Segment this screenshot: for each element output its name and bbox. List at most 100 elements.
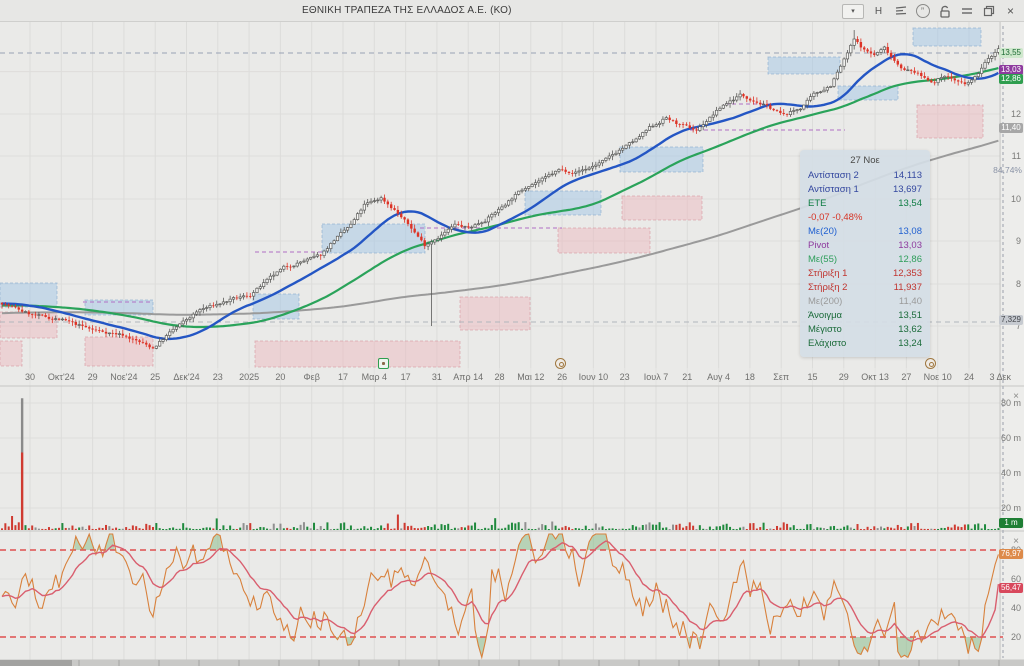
percent-change-label: 84,74% bbox=[993, 165, 1022, 175]
interval-hour-button[interactable]: H bbox=[871, 4, 886, 19]
volume-axis-label: 60 m bbox=[1001, 433, 1021, 443]
tooltip-row-label: Με(55) bbox=[808, 253, 837, 267]
price-badge: 7,329 bbox=[999, 315, 1023, 325]
date-axis-label: Οκτ'24 bbox=[48, 372, 75, 382]
date-axis-label: 26 bbox=[557, 372, 567, 382]
scrollbar-handle[interactable] bbox=[0, 660, 72, 666]
volume-pane-close-button[interactable]: × bbox=[1013, 392, 1019, 402]
event-marker-dividend-icon[interactable] bbox=[555, 358, 566, 369]
date-axis-label: Αυγ 4 bbox=[707, 372, 730, 382]
price-axis-label: 12 bbox=[1011, 109, 1021, 119]
window-titlebar: ΕΘΝΙΚΗ ΤΡΑΠΕΖΑ ΤΗΣ ΕΛΛΑΔΟΣ Α.Ε. (ΚΟ) ▾H”… bbox=[0, 0, 1024, 22]
date-axis-label: 23 bbox=[620, 372, 630, 382]
tooltip-row-value: 11,40 bbox=[899, 295, 922, 309]
tooltip-row-label: Στήριξη 1 bbox=[808, 267, 847, 281]
tooltip-row-value: 13,62 bbox=[898, 323, 922, 337]
tooltip-row: ΕΤΕ 13,54 bbox=[800, 197, 930, 211]
date-axis-label: Ιουν 10 bbox=[579, 372, 608, 382]
tooltip-row-label: Αντίσταση 2 bbox=[808, 169, 859, 183]
date-axis-label: Απρ 14 bbox=[453, 372, 483, 382]
tooltip-row-label: ΕΤΕ bbox=[808, 197, 826, 211]
date-axis-label: 17 bbox=[401, 372, 411, 382]
close-window-button[interactable]: × bbox=[1003, 4, 1018, 19]
price-badge: 11,40 bbox=[999, 123, 1023, 133]
trading-app-window: ΕΘΝΙΚΗ ΤΡΑΠΕΖΑ ΤΗΣ ΕΛΛΑΔΟΣ Α.Ε. (ΚΟ) ▾H”… bbox=[0, 0, 1024, 666]
tooltip-row: Ελάχιστο 13,24 bbox=[800, 337, 930, 351]
tooltip-row-label: Pivot bbox=[808, 239, 829, 253]
tooltip-row-value: 12,353 bbox=[893, 267, 922, 281]
tooltip-row: Αντίσταση 1 13,697 bbox=[800, 183, 930, 197]
rsi-value-badge: 56,47 bbox=[999, 583, 1023, 593]
trendlines-icon-button[interactable] bbox=[893, 4, 908, 19]
tooltip-row-label: Στήριξη 2 bbox=[808, 281, 847, 295]
tooltip-row: Μέγιστο 13,62 bbox=[800, 323, 930, 337]
date-axis-label: Νοε 10 bbox=[924, 372, 952, 382]
tooltip-row-label: Ελάχιστο bbox=[808, 337, 846, 351]
volume-current-badge: 1 m bbox=[999, 518, 1023, 528]
tooltip-row-label: -0,07 -0,48% bbox=[808, 211, 862, 225]
tooltip-row: Pivot 13,03 bbox=[800, 239, 930, 253]
tooltip-row: Με(20) 13,08 bbox=[800, 225, 930, 239]
date-axis-label: 29 bbox=[839, 372, 849, 382]
date-axis-label: 29 bbox=[88, 372, 98, 382]
tooltip-row-value: 13,03 bbox=[898, 239, 922, 253]
date-axis-label: Οκτ 13 bbox=[861, 372, 889, 382]
date-axis-label: 31 bbox=[432, 372, 442, 382]
tooltip-row-value: 14,113 bbox=[894, 169, 922, 183]
date-axis-label: Νοε'24 bbox=[110, 372, 137, 382]
tooltip-row-label: Με(200) bbox=[808, 295, 842, 309]
timeframe-dropdown-button[interactable]: ▾ bbox=[842, 4, 864, 19]
tooltip-row-value: 13,08 bbox=[898, 225, 922, 239]
date-axis-label: 3 Δεκ bbox=[990, 372, 1012, 382]
tooltip-row-label: Άνοιγμα bbox=[808, 309, 842, 323]
price-axis-label: 8 bbox=[1016, 279, 1021, 289]
price-axis-label: 11 bbox=[1012, 151, 1021, 161]
tooltip-row-label: Με(20) bbox=[808, 225, 837, 239]
volume-axis-label: 20 m bbox=[1001, 503, 1021, 513]
tooltip-row: Στήριξη 2 11,937 bbox=[800, 281, 930, 295]
date-axis-label: 15 bbox=[807, 372, 817, 382]
date-axis-label: Μαι 12 bbox=[517, 372, 544, 382]
tooltip-row: Με(55) 12,86 bbox=[800, 253, 930, 267]
date-axis-label: 30 bbox=[25, 372, 35, 382]
restore-window-button[interactable] bbox=[981, 4, 996, 19]
tooltip-row-label: Αντίσταση 1 bbox=[808, 183, 859, 197]
price-badge: 12,86 bbox=[999, 74, 1023, 84]
date-axis-label: Μαρ 4 bbox=[362, 372, 387, 382]
tooltip-row: Αντίσταση 2 14,113 bbox=[800, 169, 930, 183]
date-axis-label: 28 bbox=[494, 372, 504, 382]
date-axis-label: 21 bbox=[682, 372, 692, 382]
date-axis-label: 20 bbox=[275, 372, 285, 382]
price-badge: 13,55 bbox=[999, 48, 1023, 58]
tooltip-row-label: Μέγιστο bbox=[808, 323, 842, 337]
date-axis-label: Φεβ bbox=[304, 372, 320, 382]
menu-icon-button[interactable] bbox=[959, 4, 974, 19]
date-axis-label: 24 bbox=[964, 372, 974, 382]
price-axis-label: 9 bbox=[1016, 236, 1021, 246]
tooltip-row-value: 13,24 bbox=[898, 337, 922, 351]
timeline-scrollbar[interactable] bbox=[0, 660, 1024, 666]
event-marker-dividend-icon[interactable] bbox=[925, 358, 936, 369]
date-axis-label: 18 bbox=[745, 372, 755, 382]
ohlc-tooltip: 27 Νοε Αντίσταση 2 14,113 Αντίσταση 1 13,69… bbox=[800, 150, 930, 357]
tooltip-row-value: 13,54 bbox=[898, 197, 922, 211]
rsi-axis-label: 20 bbox=[1011, 632, 1021, 642]
tooltip-row-value: 11,937 bbox=[894, 281, 922, 295]
date-axis-label: 2025 bbox=[239, 372, 259, 382]
date-axis-label: 25 bbox=[150, 372, 160, 382]
date-axis-label: 23 bbox=[213, 372, 223, 382]
rsi-pane-close-button[interactable]: × bbox=[1013, 537, 1019, 547]
date-axis-label: 27 bbox=[901, 372, 911, 382]
event-marker-calendar-icon[interactable] bbox=[378, 358, 389, 369]
tooltip-row: Με(200) 11,40 bbox=[800, 295, 930, 309]
tooltip-row-value: 12,86 bbox=[898, 253, 922, 267]
tooltip-row: -0,07 -0,48% bbox=[800, 211, 930, 225]
volume-axis-label: 40 m bbox=[1001, 468, 1021, 478]
unlock-icon-button[interactable] bbox=[937, 4, 952, 19]
tooltip-row-value: 13,51 bbox=[898, 309, 922, 323]
tooltip-row: Στήριξη 1 12,353 bbox=[800, 267, 930, 281]
date-axis-label: 17 bbox=[338, 372, 348, 382]
tooltip-row-value: 13,697 bbox=[893, 183, 922, 197]
quote-icon-button[interactable]: ” bbox=[915, 4, 930, 19]
tooltip-date: 27 Νοε bbox=[800, 153, 930, 169]
